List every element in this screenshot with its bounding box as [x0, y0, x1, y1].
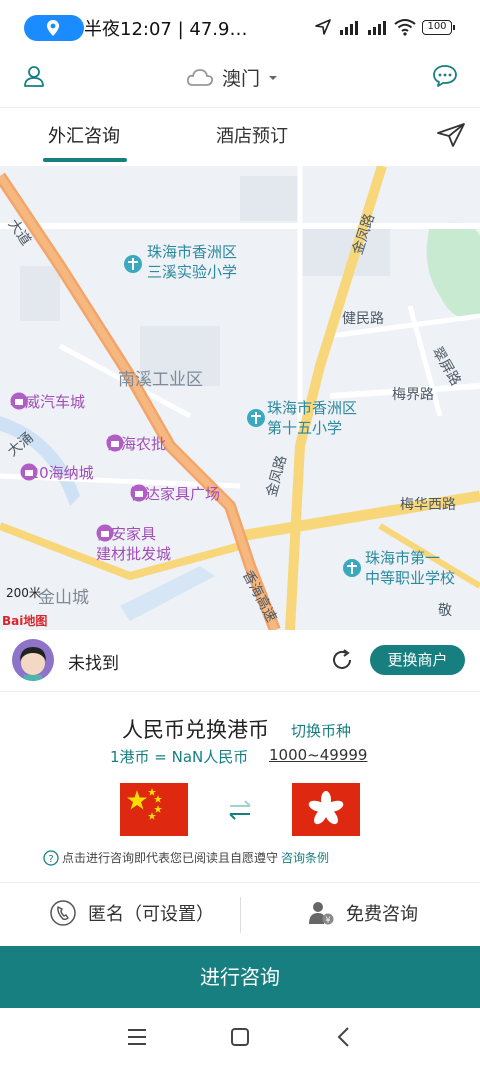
shopping-bag-icon: [96, 524, 114, 542]
exchange-panel: 人民币兑换港币 切换币种 1港币 = NaN人民币 1000~49999 ? 点…: [0, 692, 480, 882]
cloud-icon: [186, 68, 214, 86]
divider: [240, 897, 241, 933]
poi-school-15[interactable]: 珠海市香洲区 第十五小学: [267, 398, 357, 438]
school-icon[interactable]: [123, 254, 143, 274]
consult-notice: ? 点击进行咨询即代表您已阅读且自愿遵守 咨询条例: [43, 849, 329, 866]
terms-link[interactable]: 咨询条例: [281, 849, 329, 866]
anonymous-option[interactable]: 匿名（可设置）: [50, 900, 214, 926]
china-flag-icon[interactable]: [120, 783, 188, 836]
svg-text:?: ?: [48, 854, 53, 865]
location-pin-icon: [47, 20, 59, 36]
svg-text:¥: ¥: [325, 916, 330, 925]
road-label: 梅界路: [392, 387, 434, 403]
poi-school-first-vocational[interactable]: 珠海市第一 中等职业学校: [365, 548, 455, 588]
system-nav-bar: [0, 1008, 480, 1066]
active-tab-indicator: [43, 158, 127, 162]
free-consult-option[interactable]: ¥ 免费咨询: [308, 900, 418, 926]
status-bar: 半夜12:07 | 47.9… 100: [0, 0, 480, 56]
map-attribution: Bai地图: [2, 614, 48, 628]
poi-shop-zhida[interactable]: 智达家具广场: [130, 484, 220, 504]
battery-icon: 100: [422, 19, 455, 35]
tab-hotel-booking[interactable]: 酒店预订: [216, 122, 288, 148]
shopping-bag-icon: [130, 484, 148, 502]
swap-arrows-icon[interactable]: [226, 796, 254, 824]
exchange-rate: 1港币 = NaN人民币: [110, 748, 249, 766]
app-header: 澳门: [0, 56, 480, 108]
consultant-icon: ¥: [309, 902, 334, 925]
avatar: [12, 639, 54, 681]
send-icon[interactable]: [436, 122, 466, 148]
shopping-bag-icon: [20, 463, 38, 481]
help-icon: ?: [43, 849, 59, 866]
map-view[interactable]: 珠海市香洲区 三溪实验小学 珠海市香洲区 第十五小学 珠海市第一 中等职业学校 …: [0, 166, 480, 630]
merchant-row: 未找到 更换商户: [0, 630, 480, 692]
poi-shop-020[interactable]: 020海纳城: [20, 463, 94, 483]
city-selector[interactable]: 澳门: [186, 64, 278, 91]
back-icon[interactable]: [333, 1026, 355, 1048]
switch-currency-link[interactable]: 切换币种: [291, 720, 351, 741]
consult-options: 匿名（可设置） ¥ 免费咨询: [0, 882, 480, 946]
chat-icon[interactable]: [432, 64, 458, 88]
road-label: 敬: [438, 603, 452, 619]
area-nanxi-industrial: 南溪工业区: [118, 370, 203, 390]
area-jinshancheng: 金山城: [38, 588, 89, 608]
menu-icon[interactable]: [126, 1026, 148, 1048]
hong-kong-flag-icon[interactable]: [292, 783, 360, 836]
home-icon[interactable]: [229, 1026, 251, 1048]
shopping-bag-icon: [106, 434, 124, 452]
phone-icon: [50, 900, 76, 926]
location-pill[interactable]: [24, 15, 84, 41]
signal-icon: [340, 21, 358, 35]
poi-school-sanxi[interactable]: 珠海市香洲区 三溪实验小学: [147, 242, 237, 282]
merchant-name: 未找到: [68, 654, 119, 674]
caret-down-icon: [269, 75, 278, 80]
poi-shop-huawei[interactable]: 华威汽车城: [10, 392, 85, 412]
status-time: 半夜12:07 | 47.9…: [84, 19, 248, 40]
school-icon[interactable]: [342, 558, 362, 578]
shopping-bag-icon: [10, 392, 28, 410]
road-label: 梅华西路: [400, 497, 456, 513]
tab-forex-consult[interactable]: 外汇咨询: [48, 122, 120, 148]
city-label: 澳门: [222, 68, 261, 90]
poi-shop-minghai[interactable]: 铭海农批: [106, 434, 166, 454]
navigation-arrow-icon: [315, 19, 331, 35]
school-icon[interactable]: [246, 408, 266, 428]
exchange-title: 人民币兑换港币: [122, 718, 269, 742]
amount-range[interactable]: 1000~49999: [269, 746, 367, 764]
tab-bar: 外汇咨询 酒店预订: [0, 108, 480, 166]
map-scale: 200米: [6, 586, 41, 600]
submit-consult-button[interactable]: 进行咨询: [0, 946, 480, 1008]
refresh-icon[interactable]: [330, 648, 354, 672]
poi-shop-rian[interactable]: 日安家具 建材批发城: [96, 524, 171, 564]
user-icon[interactable]: [22, 64, 46, 88]
road-label: 健民路: [342, 311, 384, 327]
signal-icon: [368, 21, 386, 35]
change-merchant-button[interactable]: 更换商户: [370, 645, 465, 675]
wifi-icon: [394, 19, 416, 36]
